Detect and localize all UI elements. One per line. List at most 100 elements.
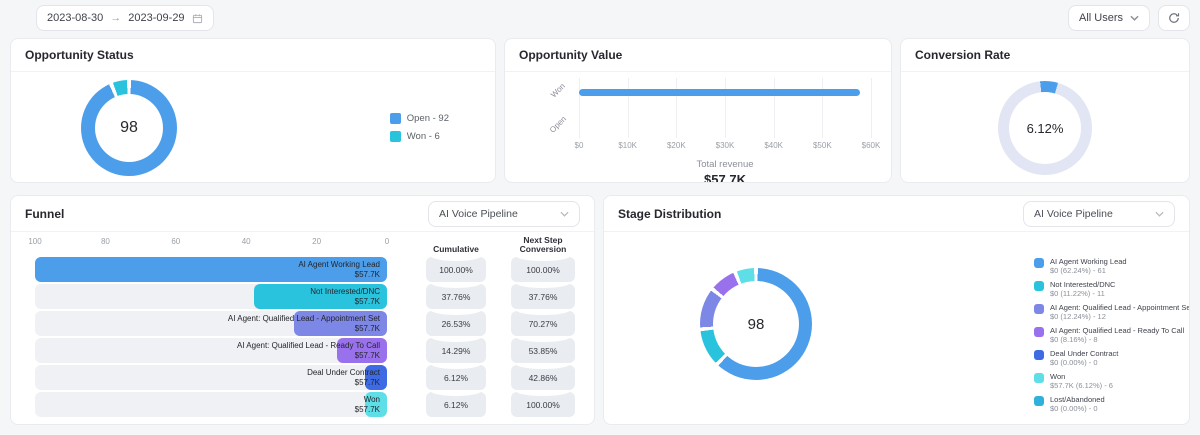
- cumulative-badge: 6.12%: [426, 365, 486, 390]
- stage-legend-name: Deal Under Contract: [1050, 349, 1119, 358]
- funnel-stage-name: Deal Under Contract: [307, 367, 380, 377]
- next-step-badge-value: 37.76%: [528, 291, 558, 302]
- cumulative-badge-value: 6.12%: [443, 399, 469, 410]
- legend-item-won[interactable]: Won - 6: [389, 131, 449, 142]
- stage-legend-value: $0 (8.16%) - 8: [1050, 335, 1098, 344]
- opportunity-value-x-axis: $0 $10K $20K $30K $40K $50K $60K: [575, 141, 881, 152]
- stage-legend-value: $0 (12.24%) - 12: [1050, 312, 1106, 321]
- legend-label-open: Open - 92: [406, 113, 449, 124]
- cumulative-badge: 26.53%: [426, 311, 486, 336]
- next-step-badge-value: 53.85%: [528, 345, 558, 356]
- legend-swatch: [1034, 373, 1044, 383]
- gridline: [822, 78, 824, 138]
- calendar-icon: [192, 13, 203, 24]
- next-step-badge-value: 70.27%: [528, 318, 558, 329]
- stage-legend-value: $0 (11.22%) - 11: [1050, 289, 1105, 298]
- date-end[interactable]: 2023-09-29: [128, 12, 184, 24]
- stage-legend-name: AI Agent: Qualified Lead - Appointment S…: [1050, 303, 1190, 312]
- funnel-axis-tick: 100: [28, 237, 42, 246]
- stage-legend-item[interactable]: Lost/Abandoned $0 (0.00%) - 0: [1034, 395, 1189, 413]
- funnel-row-label: AI Agent Working Lead $57.7K: [298, 260, 380, 280]
- total-revenue-label: Total revenue: [696, 159, 754, 170]
- refresh-icon: [1169, 13, 1180, 23]
- cumulative-badge: 14.29%: [426, 338, 486, 363]
- funnel-stage-value: $57.7K: [354, 350, 380, 360]
- stage-distribution-total: 98: [747, 315, 765, 333]
- next-step-badge: 100.00%: [511, 257, 575, 282]
- stage-pipeline-value: AI Voice Pipeline: [1034, 207, 1113, 220]
- refresh-button[interactable]: [1158, 5, 1190, 31]
- funnel-stage-value: $57.7K: [354, 323, 380, 333]
- stage-legend-text: Not Interested/DNC $0 (11.22%) - 11: [1050, 280, 1115, 298]
- stage-legend-name: AI Agent Working Lead: [1050, 257, 1127, 266]
- stage-legend-item[interactable]: Won $57.7K (6.12%) - 6: [1034, 372, 1189, 390]
- stage-legend-item[interactable]: Not Interested/DNC $0 (11.22%) - 11: [1034, 280, 1189, 298]
- stage-legend-value: $0 (0.00%) - 0: [1050, 404, 1098, 413]
- stage-legend-name: Lost/Abandoned: [1050, 395, 1105, 404]
- x-tick-label: $60K: [861, 141, 881, 150]
- stage-legend-name: Won: [1050, 372, 1066, 381]
- stage-legend-item[interactable]: AI Agent: Qualified Lead - Appointment S…: [1034, 303, 1190, 321]
- stage-pipeline-select[interactable]: AI Voice Pipeline: [1023, 200, 1175, 227]
- cumulative-badge-value: 100.00%: [439, 264, 473, 275]
- stage-legend-name: Not Interested/DNC: [1050, 280, 1116, 289]
- won-revenue-label: Won revenue: [1017, 182, 1073, 183]
- next-step-badge-value: 42.86%: [528, 372, 558, 383]
- stage-legend-text: Won $57.7K (6.12%) - 6: [1050, 372, 1113, 390]
- stage-distribution-legend: AI Agent Working Lead $0 (62.24%) - 61 Not…: [1034, 257, 1190, 418]
- user-filter-value: All Users: [1078, 12, 1123, 24]
- y-category-label: Open: [547, 114, 569, 135]
- funnel-pipeline-value: AI Voice Pipeline: [439, 207, 518, 220]
- funnel-axis-tick: 80: [100, 237, 110, 246]
- x-tick-label: $40K: [764, 141, 783, 150]
- legend-item-open[interactable]: Open - 92: [389, 113, 449, 124]
- conversion-rate-value: 6.12%: [1026, 120, 1064, 136]
- funnel-row: Not Interested/DNC $57.7K: [35, 284, 387, 309]
- legend-swatch-open: [389, 113, 401, 124]
- funnel-stage-name: Not Interested/DNC: [310, 286, 380, 296]
- stage-legend-item[interactable]: Deal Under Contract $0 (0.00%) - 0: [1034, 349, 1189, 367]
- cumulative-badge-value: 26.53%: [441, 318, 471, 329]
- funnel-rows: AI Agent Working Lead $57.7K Not Intereste…: [35, 257, 387, 419]
- stage-legend-value: $0 (0.00%) - 0: [1050, 358, 1098, 367]
- gridline: [676, 78, 678, 138]
- stage-legend-value: $0 (62.24%) - 61: [1050, 266, 1106, 275]
- stage-legend-item[interactable]: AI Agent Working Lead $0 (62.24%) - 61: [1034, 257, 1189, 275]
- funnel-row: AI Agent: Qualified Lead - Ready To Call…: [35, 338, 387, 363]
- cumulative-column-header: Cumulative: [433, 244, 479, 254]
- funnel-row-label: Deal Under Contract $57.7K: [307, 368, 380, 388]
- gridline: [725, 78, 726, 138]
- funnel-stage-name: Won: [363, 394, 380, 404]
- conversion-rate-title: Conversion Rate: [915, 48, 1011, 62]
- stage-distribution-donut: 98: [700, 268, 812, 380]
- funnel-row: AI Agent: Qualified Lead - Appointment S…: [35, 311, 387, 336]
- next-step-badge: 53.85%: [511, 338, 575, 363]
- opportunity-status-donut: 98: [81, 79, 177, 176]
- funnel-stage-value: $57.7K: [354, 269, 380, 279]
- opportunity-status-title: Opportunity Status: [25, 48, 134, 62]
- funnel-stage-name: AI Agent: Qualified Lead - Appointment S…: [227, 313, 380, 323]
- funnel-stage-name: AI Agent: Qualified Lead - Ready To Call: [236, 340, 380, 350]
- chevron-down-icon: [1130, 15, 1139, 21]
- date-range-picker[interactable]: 2023-08-30 → 2023-09-29: [36, 5, 214, 31]
- date-arrow-icon: →: [110, 12, 122, 24]
- funnel-stage-value: $57.7K: [354, 296, 380, 306]
- stage-legend-item[interactable]: AI Agent: Qualified Lead - Ready To Call…: [1034, 326, 1189, 344]
- funnel-stage-value: $57.7K: [354, 404, 380, 414]
- won-revenue-bar: [579, 89, 860, 96]
- funnel-stage-value: $57.7K: [354, 377, 380, 387]
- next-step-badge-value: 100.00%: [526, 399, 560, 410]
- opportunity-value-title: Opportunity Value: [519, 48, 623, 62]
- funnel-row-label: Won $57.7K: [355, 395, 380, 415]
- gridline: [871, 78, 872, 138]
- stage-legend-text: AI Agent: Qualified Lead - Appointment S…: [1050, 303, 1190, 321]
- legend-swatch: [1034, 350, 1044, 360]
- stage-distribution-card: Stage Distribution AI Voice Pipeline 98 …: [603, 195, 1190, 425]
- next-step-column-header: Next Step Conversion: [519, 235, 567, 254]
- date-start[interactable]: 2023-08-30: [47, 12, 103, 24]
- user-filter-select[interactable]: All Users: [1067, 5, 1150, 31]
- x-tick-label: $0: [574, 141, 584, 150]
- funnel-row-label: AI Agent: Qualified Lead - Appointment S…: [228, 314, 380, 334]
- stage-legend-text: AI Agent Working Lead $0 (62.24%) - 61: [1050, 257, 1127, 275]
- funnel-pipeline-select[interactable]: AI Voice Pipeline: [428, 200, 580, 227]
